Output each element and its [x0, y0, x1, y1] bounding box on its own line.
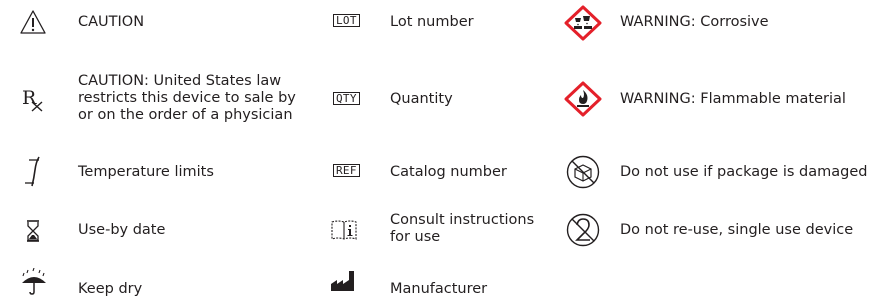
lot-label: Lot number: [390, 14, 474, 30]
flammable-label: WARNING: Flammable material: [620, 91, 846, 107]
caution-label: CAUTION: [78, 14, 145, 30]
umbrella-icon: [20, 268, 48, 296]
rx-label-line-2: restricts this device to sale by: [78, 90, 296, 106]
ref-box-icon: REF: [333, 164, 360, 177]
caution-triangle-icon: [20, 9, 46, 35]
consult-label-line-2: for use: [390, 229, 441, 245]
use-by-label: Use-by date: [78, 222, 166, 238]
no-reuse-icon: [566, 213, 600, 247]
hourglass-icon: [20, 218, 46, 244]
rx-label-line-3: or on the order of a physician: [78, 107, 293, 123]
corrosive-label: WARNING: Corrosive: [620, 14, 769, 30]
qty-box-text: QTY: [333, 92, 360, 105]
keep-dry-label: Keep dry: [78, 281, 143, 297]
corrosive-diamond-icon: [563, 5, 603, 41]
temperature-label: Temperature limits: [78, 164, 214, 180]
damaged-package-icon: [566, 155, 600, 189]
ref-box-text: REF: [333, 164, 360, 177]
factory-icon: [330, 270, 360, 292]
lot-box-text: LOT: [333, 14, 360, 27]
consult-label-line-1: Consult instructions: [390, 212, 535, 228]
book-info-icon: [330, 218, 358, 242]
rx-icon: R: [20, 86, 46, 112]
damaged-label: Do not use if package is damaged: [620, 164, 868, 180]
quantity-label: Quantity: [390, 91, 453, 107]
catalog-label: Catalog number: [390, 164, 507, 180]
manufacturer-label: Manufacturer: [390, 281, 488, 297]
thermometer-icon: [20, 156, 46, 188]
rx-label-line-1: CAUTION: United States law: [78, 73, 282, 89]
qty-box-icon: QTY: [333, 92, 360, 105]
svg-text:R: R: [22, 87, 37, 109]
lot-box-icon: LOT: [333, 14, 360, 27]
flame-diamond-icon: [563, 81, 603, 117]
no-reuse-label: Do not re-use, single use device: [620, 222, 854, 238]
